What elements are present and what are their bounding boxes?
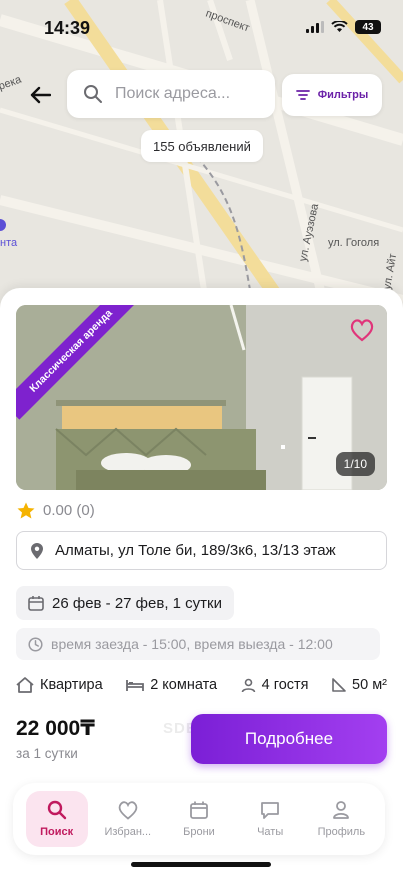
- bottom-nav: Поиск Избран... Брони Чаты Профиль: [13, 783, 385, 855]
- search-icon: [47, 800, 66, 820]
- status-bar: 14:39 43: [0, 0, 403, 56]
- nav-label-profile: Профиль: [317, 826, 366, 838]
- wifi-icon: [331, 21, 348, 32]
- nav-label-search: Поиск: [40, 826, 74, 838]
- feature-area-label: 50 м²: [352, 677, 387, 693]
- rating: 0.00 (0): [17, 502, 95, 519]
- filters-label: Фильтры: [317, 89, 369, 101]
- guests-icon: [241, 678, 255, 692]
- arrow-left-icon: [30, 86, 51, 104]
- filters-button[interactable]: Фильтры: [282, 74, 382, 116]
- rating-value: 0.00 (0): [43, 502, 95, 519]
- price: 22 000₸: [16, 717, 95, 740]
- dates-chip: 26 фев - 27 фев, 1 сутки: [16, 586, 234, 620]
- location-pin-icon: [31, 542, 43, 559]
- status-time: 14:39: [44, 18, 91, 38]
- checkin-info: время заезда - 15:00, время выезда - 12:…: [16, 628, 380, 660]
- feature-guests-label: 4 гостя: [261, 677, 309, 693]
- heart-icon: [350, 319, 374, 342]
- nav-label-bookings: Брони: [183, 826, 215, 838]
- signal-icon: [306, 21, 324, 33]
- bed-icon: [126, 680, 145, 691]
- feature-area: 50 м²: [332, 677, 387, 693]
- nav-item-bookings[interactable]: Брони: [168, 791, 230, 847]
- calendar-icon: [190, 801, 208, 819]
- home-icon: [16, 677, 34, 693]
- listings-count[interactable]: 155 объявлений: [141, 130, 263, 162]
- address-field: Алматы, ул Толе би, 189/3к6, 13/13 этаж: [16, 531, 387, 570]
- poi-label: нта: [0, 237, 18, 249]
- star-icon: [17, 502, 35, 519]
- battery-icon: 43: [355, 20, 381, 34]
- photo-counter: 1/10: [335, 452, 375, 476]
- feature-guests: 4 гостя: [241, 677, 309, 693]
- features-row: Квартира 2 комната 4 гостя 50 м²: [16, 677, 387, 693]
- price-period: за 1 сутки: [16, 746, 78, 761]
- chat-icon: [261, 802, 280, 819]
- nav-item-profile[interactable]: Профиль: [310, 791, 372, 847]
- calendar-icon: [28, 596, 44, 611]
- address-text: Алматы, ул Толе би, 189/3к6, 13/13 этаж: [55, 542, 336, 559]
- feature-rooms-label: 2 комната: [150, 677, 218, 693]
- clock-icon: [28, 636, 43, 652]
- nav-item-chats[interactable]: Чаты: [239, 791, 301, 847]
- dates-text: 26 фев - 27 фев, 1 сутки: [52, 594, 222, 612]
- search-input[interactable]: [115, 85, 265, 103]
- nav-item-search[interactable]: Поиск: [25, 791, 88, 847]
- heart-icon: [118, 801, 138, 820]
- home-indicator[interactable]: [131, 862, 271, 867]
- feature-type-label: Квартира: [40, 677, 103, 693]
- street-label-gogolya: ул. Гоголя: [328, 237, 379, 249]
- user-icon: [333, 801, 350, 819]
- area-icon: [332, 678, 346, 692]
- checkin-text: время заезда - 15:00, время выезда - 12:…: [51, 636, 333, 652]
- details-button[interactable]: Подробнее: [191, 714, 387, 764]
- feature-type: Квартира: [16, 677, 103, 693]
- favorite-button[interactable]: [349, 318, 375, 342]
- status-icons: 43: [306, 20, 381, 34]
- search-bar[interactable]: [67, 70, 275, 118]
- listing-photo[interactable]: Классическая аренда 1/10: [16, 305, 387, 490]
- nav-label-favorites: Избран...: [104, 826, 152, 838]
- nav-label-chats: Чаты: [257, 826, 284, 838]
- feature-rooms: 2 комната: [126, 677, 217, 693]
- search-icon: [84, 85, 102, 103]
- filter-icon: [295, 90, 310, 100]
- nav-item-favorites[interactable]: Избран...: [97, 791, 159, 847]
- back-button[interactable]: [22, 80, 58, 110]
